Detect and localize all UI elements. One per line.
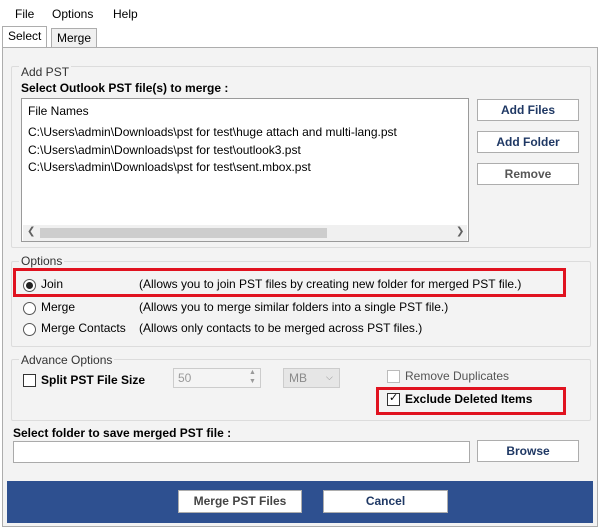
menu-bar: File Options Help bbox=[0, 0, 600, 28]
merge-pst-files-label: Merge PST Files bbox=[193, 494, 287, 508]
file-list-item[interactable]: C:\Users\admin\Downloads\pst for test\hu… bbox=[28, 125, 397, 139]
tab-merge[interactable]: Merge bbox=[51, 28, 98, 47]
add-folder-button[interactable]: Add Folder bbox=[477, 131, 579, 153]
split-checkbox[interactable] bbox=[23, 374, 36, 387]
add-pst-title: Add PST bbox=[19, 65, 72, 79]
save-path-input[interactable] bbox=[13, 441, 470, 463]
advance-options-title: Advance Options bbox=[19, 353, 115, 367]
split-label[interactable]: Split PST File Size bbox=[41, 373, 145, 387]
merge-pst-files-button[interactable]: Merge PST Files bbox=[178, 490, 302, 513]
scroll-left-icon[interactable]: ❮ bbox=[27, 226, 35, 237]
split-unit-select[interactable]: MB ⌵ bbox=[283, 368, 340, 388]
spin-up-icon[interactable]: ▲ bbox=[249, 369, 256, 376]
cancel-button[interactable]: Cancel bbox=[323, 490, 448, 513]
tab-select[interactable]: Select bbox=[2, 26, 48, 47]
split-size-field[interactable]: 50 ▲ ▼ bbox=[173, 368, 261, 388]
menu-file[interactable]: File bbox=[15, 7, 34, 21]
remove-label: Remove bbox=[504, 167, 552, 181]
add-files-label: Add Files bbox=[500, 103, 555, 117]
menu-options[interactable]: Options bbox=[52, 7, 93, 21]
remove-duplicates-checkbox[interactable] bbox=[387, 370, 400, 383]
menu-help[interactable]: Help bbox=[113, 7, 138, 21]
add-pst-instruction: Select Outlook PST file(s) to merge : bbox=[21, 81, 229, 95]
file-list-item[interactable]: C:\Users\admin\Downloads\pst for test\se… bbox=[28, 160, 311, 174]
chevron-down-icon: ⌵ bbox=[326, 372, 333, 382]
join-highlight-box bbox=[13, 268, 566, 297]
file-list-item[interactable]: C:\Users\admin\Downloads\pst for test\ou… bbox=[28, 143, 301, 157]
options-title: Options bbox=[19, 254, 65, 268]
remove-button[interactable]: Remove bbox=[477, 163, 579, 185]
browse-button[interactable]: Browse bbox=[477, 440, 579, 462]
merge-contacts-description: (Allows only contacts to be merged acros… bbox=[139, 321, 423, 335]
split-unit-value: MB bbox=[289, 371, 307, 385]
scroll-right-icon[interactable]: ❯ bbox=[456, 226, 464, 237]
file-list[interactable]: File Names C:\Users\admin\Downloads\pst … bbox=[21, 98, 469, 242]
merge-contacts-label[interactable]: Merge Contacts bbox=[41, 321, 126, 335]
split-size-value: 50 bbox=[178, 371, 192, 385]
cancel-label: Cancel bbox=[365, 494, 406, 508]
merge-label[interactable]: Merge bbox=[41, 300, 75, 314]
merge-contacts-radio[interactable] bbox=[23, 323, 36, 336]
add-folder-label: Add Folder bbox=[496, 135, 560, 149]
exclude-deleted-highlight-box bbox=[376, 387, 566, 415]
browse-label: Browse bbox=[506, 444, 550, 458]
merge-description: (Allows you to merge similar folders int… bbox=[139, 300, 449, 314]
tab-strip: Select Merge bbox=[0, 26, 600, 48]
footer-bar: Merge PST Files Cancel bbox=[7, 481, 593, 523]
add-files-button[interactable]: Add Files bbox=[477, 99, 579, 121]
tab-page: Add PST Select Outlook PST file(s) to me… bbox=[2, 47, 598, 527]
merge-radio[interactable] bbox=[23, 302, 36, 315]
file-list-header: File Names bbox=[28, 104, 89, 118]
horizontal-scrollbar[interactable]: ❮ ❯ bbox=[23, 225, 467, 241]
remove-duplicates-label[interactable]: Remove Duplicates bbox=[405, 369, 509, 383]
spin-down-icon[interactable]: ▼ bbox=[249, 378, 256, 385]
scrollbar-thumb[interactable] bbox=[40, 228, 327, 238]
save-folder-label: Select folder to save merged PST file : bbox=[13, 426, 232, 440]
